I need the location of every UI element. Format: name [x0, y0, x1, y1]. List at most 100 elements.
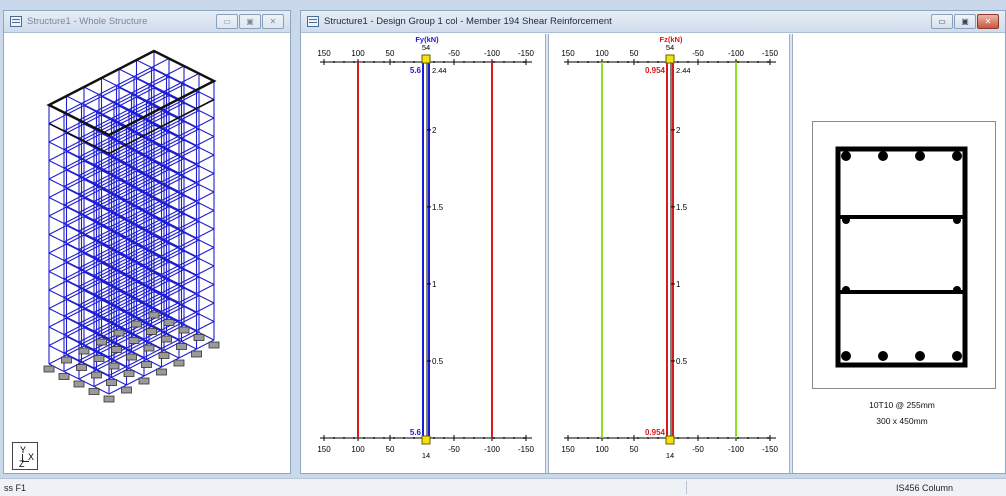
- beam: [48, 252, 65, 261]
- bottom-node-marker: [665, 435, 675, 445]
- bottom-tick-label: 150: [561, 445, 575, 454]
- support-symbol: [123, 370, 135, 377]
- beam: [198, 184, 215, 193]
- section-outline: [835, 146, 968, 368]
- top-tick-label: -50: [692, 49, 704, 58]
- support-symbol: [193, 334, 205, 341]
- beam: [48, 326, 65, 335]
- support-symbol: [58, 373, 70, 380]
- support-symbol: [43, 365, 55, 373]
- shear-value-line: [422, 61, 430, 439]
- window-app-icon: [307, 16, 319, 27]
- top-tick-label: -100: [728, 49, 745, 58]
- support-symbol: [161, 335, 172, 343]
- support-symbol: [146, 328, 157, 335]
- bottom-shear-value: 0.954: [645, 428, 666, 437]
- beam: [48, 234, 65, 243]
- height-label: 1.5: [676, 203, 688, 212]
- rebar-bar: [952, 351, 962, 361]
- status-bar: ss F1 IS456 Column: [0, 478, 1006, 496]
- rebar-bar: [915, 351, 925, 361]
- support-symbol: [108, 362, 120, 370]
- rebar-bar: [878, 151, 888, 161]
- top-node-label: 54: [666, 43, 674, 52]
- rebar-bar: [953, 286, 961, 294]
- support-symbol: [96, 338, 107, 346]
- shear-value-line: [666, 61, 674, 439]
- beam: [198, 147, 215, 156]
- height-top-label: 2.44: [676, 66, 691, 75]
- column-cross-section: [835, 146, 968, 368]
- support-symbol: [91, 371, 102, 379]
- status-left-text: ss F1: [4, 483, 27, 493]
- top-tick-label: 100: [595, 49, 609, 58]
- whole-structure-titlebar[interactable]: Structure1 - Whole Structure ▭ ▣ ✕: [4, 11, 290, 33]
- bottom-tick-label: -100: [484, 445, 501, 454]
- support-symbol: [148, 311, 160, 319]
- whole-structure-title: Structure1 - Whole Structure: [27, 16, 148, 27]
- rebar-bar: [841, 151, 851, 161]
- support-symbol: [131, 320, 142, 328]
- beam: [101, 77, 117, 86]
- bottom-tick-label: -150: [762, 445, 779, 454]
- structure-viewport[interactable]: Y X Z: [4, 34, 290, 473]
- support-symbol: [138, 377, 150, 385]
- support-symbol: [158, 352, 170, 359]
- support-symbol: [156, 368, 167, 376]
- support-symbol: [93, 355, 105, 362]
- close-button[interactable]: ✕: [262, 14, 284, 29]
- beam: [48, 141, 65, 150]
- top-tick-label: -150: [518, 49, 535, 58]
- bottom-tick-label: 150: [317, 445, 331, 454]
- support-symbol: [173, 359, 185, 367]
- rebar-bar: [842, 286, 850, 294]
- support-symbol: [73, 380, 85, 388]
- rebar-bar: [842, 216, 850, 224]
- whole-structure-window[interactable]: Structure1 - Whole Structure ▭ ▣ ✕ Y X Z: [3, 10, 291, 474]
- beam: [198, 313, 215, 322]
- structure-3d-model[interactable]: [4, 34, 290, 474]
- support-symbol: [61, 356, 72, 364]
- height-label: 1.5: [432, 203, 444, 212]
- rebar-bar: [952, 151, 962, 161]
- support-symbol: [163, 319, 175, 326]
- top-tick-label: 150: [317, 49, 331, 58]
- beam: [198, 91, 215, 100]
- top-node-marker: [665, 54, 675, 64]
- top-shear-value: 0.954: [645, 66, 666, 75]
- support-symbol: [143, 344, 155, 352]
- bottom-node-label: 14: [422, 451, 430, 460]
- support-symbol: [141, 361, 152, 368]
- rebar-bar: [953, 216, 961, 224]
- height-label: 1: [432, 280, 437, 289]
- support-symbol: [191, 350, 202, 358]
- maximize-button[interactable]: ▣: [239, 14, 261, 29]
- close-button[interactable]: ✕: [977, 14, 999, 29]
- pane-splitter[interactable]: [789, 34, 793, 473]
- fz-shear-diagram: Fz(kN)1501501001005050-50-50-100-100-150…: [561, 35, 779, 460]
- beam: [66, 95, 82, 104]
- height-label: 1: [676, 280, 681, 289]
- minimize-button[interactable]: ▭: [931, 14, 953, 29]
- support-symbol: [128, 337, 140, 344]
- rebar-caption: 10T10 @ 255mm: [869, 400, 935, 410]
- bottom-tick-label: 100: [595, 445, 609, 454]
- bottom-tick-label: -100: [728, 445, 745, 454]
- beam: [48, 178, 65, 187]
- maximize-button[interactable]: ▣: [954, 14, 976, 29]
- bottom-tick-label: -50: [692, 445, 704, 454]
- beam: [198, 221, 215, 230]
- shear-window-titlebar[interactable]: Structure1 - Design Group 1 col - Member…: [301, 11, 1005, 33]
- minimize-button[interactable]: ▭: [216, 14, 238, 29]
- support-symbol: [111, 346, 122, 353]
- height-label: 0.5: [676, 357, 688, 366]
- beam: [136, 59, 152, 68]
- support-symbol: [126, 353, 137, 361]
- rebar-bar: [878, 351, 888, 361]
- bottom-node-label: 14: [666, 451, 674, 460]
- top-tick-label: 100: [351, 49, 365, 58]
- height-top-label: 2.44: [432, 66, 447, 75]
- height-label: 2: [676, 126, 681, 135]
- beam: [198, 295, 215, 304]
- beam: [198, 239, 215, 248]
